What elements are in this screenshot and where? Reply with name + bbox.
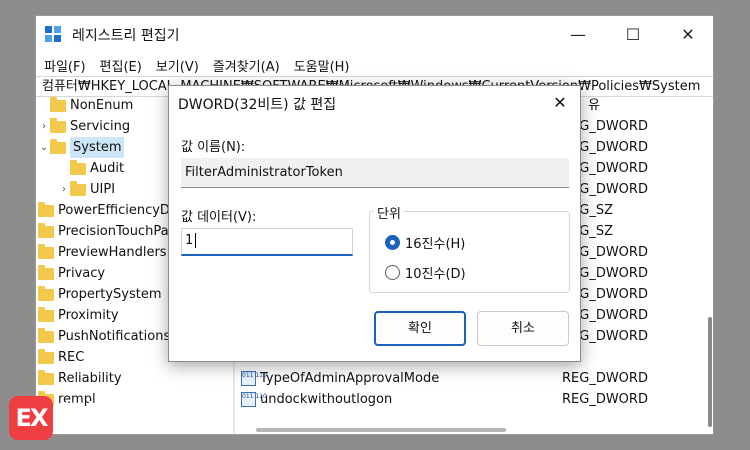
folder-icon <box>50 117 66 133</box>
folder-icon <box>50 96 66 112</box>
folder-icon <box>38 243 54 259</box>
logo-tagline: More Better IT Life <box>61 399 152 409</box>
tree-item-propertysystem[interactable]: PropertySystem <box>38 284 162 305</box>
value-data-label: 값 데이터(V): <box>181 210 257 225</box>
column-header-fragment: 유 <box>588 98 600 113</box>
folder-icon <box>38 264 54 280</box>
chevron-right-icon[interactable]: › <box>38 116 50 137</box>
chevron-right-icon[interactable]: › <box>58 179 70 200</box>
value-name-label: 값 이름(N): <box>181 140 246 155</box>
tree-item-nonenum[interactable]: NonEnum <box>38 95 133 116</box>
vertical-scrollbar[interactable] <box>708 317 712 427</box>
maximize-button[interactable]: ☐ <box>610 16 656 54</box>
site-logo: EX More Better IT Life 익스트림 매뉴얼 <box>9 395 190 441</box>
close-button[interactable]: ✕ <box>665 16 711 54</box>
logo-name: 익스트림 매뉴얼 <box>61 413 190 436</box>
chevron-down-icon[interactable]: ⌄ <box>38 137 50 158</box>
radio-unselected-icon[interactable] <box>385 265 400 280</box>
tree-item-system[interactable]: ⌄ System <box>38 137 125 158</box>
ok-button[interactable]: 확인 <box>374 311 466 346</box>
menu-edit[interactable]: 편집(E) <box>100 56 142 75</box>
dialog-close-button[interactable]: ✕ <box>540 86 580 120</box>
dword-value-icon: 011 110 <box>241 371 267 386</box>
menu-help[interactable]: 도움말(H) <box>294 56 350 75</box>
menu-file[interactable]: 파일(F) <box>44 56 86 75</box>
folder-icon <box>38 201 54 217</box>
dword-value-icon: 011 110 <box>241 392 267 407</box>
title-bar: 레지스트리 편집기 — ☐ ✕ <box>36 16 713 54</box>
menu-bar: 파일(F) 편집(E) 보기(V) 즐겨찾기(A) 도움말(H) <box>36 54 713 76</box>
tree-item-precisiontouchpad[interactable]: PrecisionTouchPac <box>38 221 176 242</box>
folder-icon <box>50 138 66 154</box>
tree-item-powerefficiency[interactable]: PowerEfficiencyDia <box>38 200 182 221</box>
folder-icon <box>70 159 86 175</box>
minimize-button[interactable]: — <box>555 16 601 54</box>
tree-item-previewhandlers[interactable]: PreviewHandlers <box>38 242 167 263</box>
tree-item-reliability[interactable]: Reliability <box>38 368 122 389</box>
folder-icon <box>38 369 54 385</box>
text-caret <box>195 233 197 248</box>
window-title: 레지스트리 편집기 <box>72 28 180 44</box>
tree-item-rec[interactable]: REC <box>38 347 84 368</box>
menu-favorites[interactable]: 즐겨찾기(A) <box>213 56 280 75</box>
folder-icon <box>38 222 54 238</box>
tree-item-servicing[interactable]: › Servicing <box>38 116 130 137</box>
folder-icon <box>38 348 54 364</box>
cancel-button[interactable]: 취소 <box>477 311 569 346</box>
tree-item-proximity[interactable]: Proximity <box>38 305 119 326</box>
folder-icon <box>70 180 86 196</box>
tree-item-pushnotifications[interactable]: PushNotifications <box>38 326 170 347</box>
base-label: 단위 <box>374 203 404 222</box>
value-name-field: FilterAdministratorToken <box>181 158 569 188</box>
value-row-typeofadminapprovalmode[interactable]: 011 110 TypeOfAdminApprovalMode REG_DWOR… <box>236 368 713 389</box>
radio-decimal[interactable]: 10진수(D) <box>385 263 466 282</box>
ex-logo-icon: EX <box>9 396 53 440</box>
tree-item-privacy[interactable]: Privacy <box>38 263 105 284</box>
registry-editor-icon <box>45 26 63 44</box>
value-row-undockwithoutlogon[interactable]: 011 110 undockwithoutlogon REG_DWORD <box>236 389 713 410</box>
edit-dword-dialog: DWORD(32비트) 값 편집 ✕ 값 이름(N): FilterAdmini… <box>168 85 581 362</box>
radio-selected-icon[interactable] <box>385 235 400 250</box>
value-data-input[interactable]: 1 <box>181 228 353 256</box>
folder-icon <box>38 306 54 322</box>
tree-item-audit[interactable]: Audit <box>58 158 124 179</box>
dialog-title: DWORD(32비트) 값 편집 <box>178 97 337 113</box>
folder-icon <box>38 285 54 301</box>
tree-item-uipi[interactable]: › UIPI <box>58 179 115 200</box>
radio-hexadecimal[interactable]: 16진수(H) <box>385 233 465 252</box>
menu-view[interactable]: 보기(V) <box>156 56 199 75</box>
folder-icon <box>38 327 54 343</box>
horizontal-scrollbar[interactable] <box>256 428 506 432</box>
